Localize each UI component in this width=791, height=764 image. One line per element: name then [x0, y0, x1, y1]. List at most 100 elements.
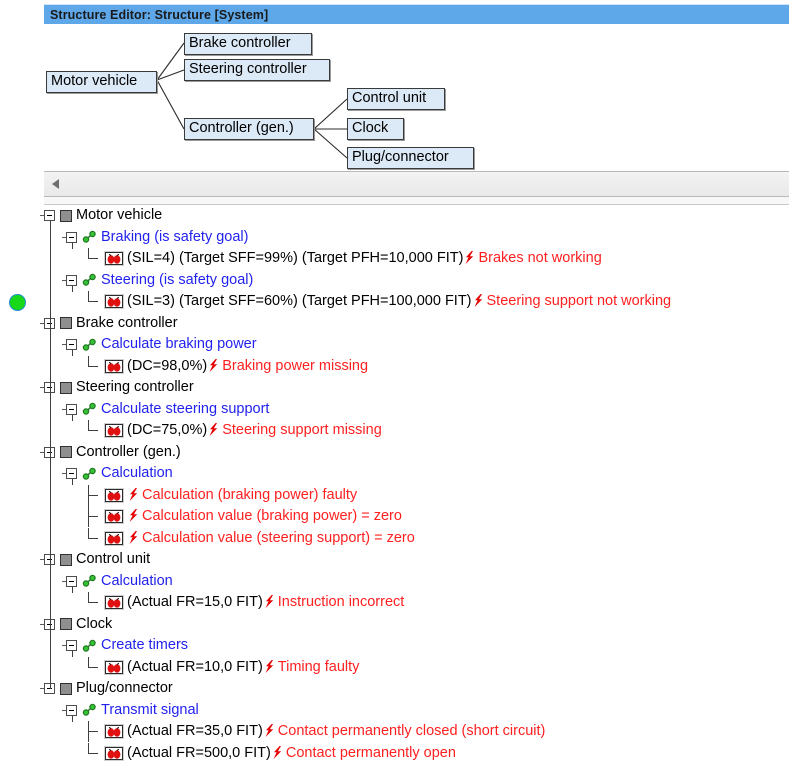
- function-icon: [82, 338, 97, 352]
- diagram-node-label: Clock: [352, 120, 388, 136]
- tree-row[interactable]: Brake controller: [0, 313, 791, 335]
- tree-row[interactable]: Steering (is safety goal): [0, 270, 791, 292]
- tree-connector: [88, 743, 102, 764]
- tree-connector: [88, 420, 102, 441]
- component-icon: [60, 317, 72, 329]
- lightning-bolt-icon: [273, 746, 282, 761]
- tree-branch-line: [72, 587, 73, 593]
- failure-label: Steering support not working: [487, 293, 672, 310]
- diagram-node-clock[interactable]: Clock: [347, 118, 404, 140]
- tree-connector: [88, 291, 102, 312]
- tree-row[interactable]: Calculation (braking power) faulty: [0, 485, 791, 507]
- tree-row[interactable]: (DC=75,0%)Steering support missing: [0, 420, 791, 442]
- lightning-bolt-icon: [129, 488, 138, 503]
- tree-row[interactable]: Calculate steering support: [0, 399, 791, 421]
- tree-row[interactable]: Calculate braking power: [0, 334, 791, 356]
- tree-expander[interactable]: [66, 339, 77, 350]
- tree-row[interactable]: Steering controller: [0, 377, 791, 399]
- tree-branch-line: [72, 350, 73, 356]
- tree-expander[interactable]: [66, 705, 77, 716]
- failure-label: Instruction incorrect: [278, 594, 405, 611]
- lightning-bolt-icon: [465, 251, 474, 266]
- tree-branch-line: [72, 716, 73, 722]
- tree-expander[interactable]: [66, 640, 77, 651]
- tree-branch-line: [72, 286, 73, 292]
- tree-row[interactable]: (SIL=4) (Target SFF=99%) (Target PFH=10,…: [0, 248, 791, 270]
- tree-row[interactable]: Calculation value (steering support) = z…: [0, 528, 791, 550]
- diagram-node-label: Brake controller: [189, 35, 291, 51]
- tree-row[interactable]: (SIL=3) (Target SFF=60%) (Target PFH=100…: [0, 291, 791, 313]
- tree-branch-line: [72, 651, 73, 657]
- failure-icon: [105, 252, 123, 265]
- diagram-node-control-unit[interactable]: Control unit: [347, 88, 445, 110]
- component-label: Plug/connector: [76, 680, 173, 697]
- failure-attributes: (Actual FR=500,0 FIT): [127, 745, 271, 762]
- tree-row[interactable]: Braking (is safety goal): [0, 227, 791, 249]
- function-icon: [82, 273, 97, 287]
- component-icon: [60, 382, 72, 394]
- component-label: Motor vehicle: [76, 207, 162, 224]
- component-icon: [60, 683, 72, 695]
- failure-label: Braking power missing: [222, 358, 368, 375]
- status-marker-green[interactable]: [9, 294, 26, 311]
- tree-row[interactable]: Control unit: [0, 549, 791, 571]
- tree-expander[interactable]: [66, 404, 77, 415]
- function-icon: [82, 467, 97, 481]
- lightning-bolt-icon: [265, 660, 274, 675]
- tree-row[interactable]: Controller (gen.): [0, 442, 791, 464]
- tree-row[interactable]: Plug/connector: [0, 678, 791, 700]
- diagram-node-label: Motor vehicle: [51, 73, 137, 89]
- failure-attributes: (DC=98,0%): [127, 358, 207, 375]
- component-label: Controller (gen.): [76, 444, 181, 461]
- tree-connector: [88, 657, 102, 678]
- function-icon: [82, 230, 97, 244]
- function-label: Calculate steering support: [101, 401, 269, 418]
- tree-row[interactable]: Create timers: [0, 635, 791, 657]
- tree-branch-line: [72, 415, 73, 421]
- failure-label: Calculation value (steering support) = z…: [142, 530, 415, 547]
- tree-row[interactable]: Calculation: [0, 463, 791, 485]
- diagram-node-motor-vehicle[interactable]: Motor vehicle: [46, 71, 157, 93]
- failure-icon: [105, 360, 123, 373]
- tree-row[interactable]: (Actual FR=15,0 FIT) Instruction incorrec…: [0, 592, 791, 614]
- failure-attributes: (Actual FR=10,0 FIT): [127, 659, 263, 676]
- failure-attributes: (Actual FR=15,0 FIT): [127, 594, 263, 611]
- diagram-node-label: Steering controller: [189, 61, 307, 77]
- window-title-bar: Structure Editor: Structure [System]: [44, 4, 789, 24]
- tree-expander[interactable]: [66, 468, 77, 479]
- diagram-node-label: Control unit: [352, 90, 426, 106]
- tree-row[interactable]: (Actual FR=500,0 FIT)Contact permanently…: [0, 743, 791, 764]
- failure-icon: [105, 295, 123, 308]
- failure-attributes: (SIL=4) (Target SFF=99%) (Target PFH=10,…: [127, 250, 463, 267]
- tree-row[interactable]: (DC=98,0%) Braking power missing: [0, 356, 791, 378]
- function-icon: [82, 703, 97, 717]
- lightning-bolt-icon: [209, 359, 218, 374]
- tree-expander[interactable]: [66, 232, 77, 243]
- tree-expander[interactable]: [44, 210, 55, 221]
- function-label: Calculate braking power: [101, 336, 257, 353]
- tree-row[interactable]: (Actual FR=10,0 FIT)Timing faulty: [0, 657, 791, 679]
- tree-expander[interactable]: [66, 275, 77, 286]
- lightning-bolt-icon: [474, 294, 483, 309]
- failure-tree[interactable]: Motor vehicle Braking (is safety goal) (SI…: [0, 205, 791, 763]
- diagram-node-plug-connector[interactable]: Plug/connector: [347, 147, 474, 169]
- failure-label: Calculation (braking power) faulty: [142, 487, 357, 504]
- diagram-scrollbar[interactable]: [44, 171, 789, 197]
- triangle-left-icon[interactable]: [52, 179, 59, 189]
- tree-row[interactable]: Calculation value (braking power) = zero: [0, 506, 791, 528]
- tree-expander[interactable]: [66, 576, 77, 587]
- tree-row[interactable]: Clock: [0, 614, 791, 636]
- failure-icon: [105, 532, 123, 545]
- diagram-node-controller-gen[interactable]: Controller (gen.): [184, 118, 314, 140]
- tree-row[interactable]: Transmit signal: [0, 700, 791, 722]
- tree-row[interactable]: Calculation: [0, 571, 791, 593]
- failure-icon: [105, 510, 123, 523]
- component-icon: [60, 210, 72, 222]
- failure-icon: [105, 424, 123, 437]
- failure-icon: [105, 747, 123, 760]
- function-label: Braking (is safety goal): [101, 229, 248, 246]
- diagram-node-brake-controller[interactable]: Brake controller: [184, 33, 312, 55]
- diagram-node-steering-controller[interactable]: Steering controller: [184, 59, 330, 81]
- tree-row[interactable]: Motor vehicle: [0, 205, 791, 227]
- tree-row[interactable]: (Actual FR=35,0 FIT)Contact permanently …: [0, 721, 791, 743]
